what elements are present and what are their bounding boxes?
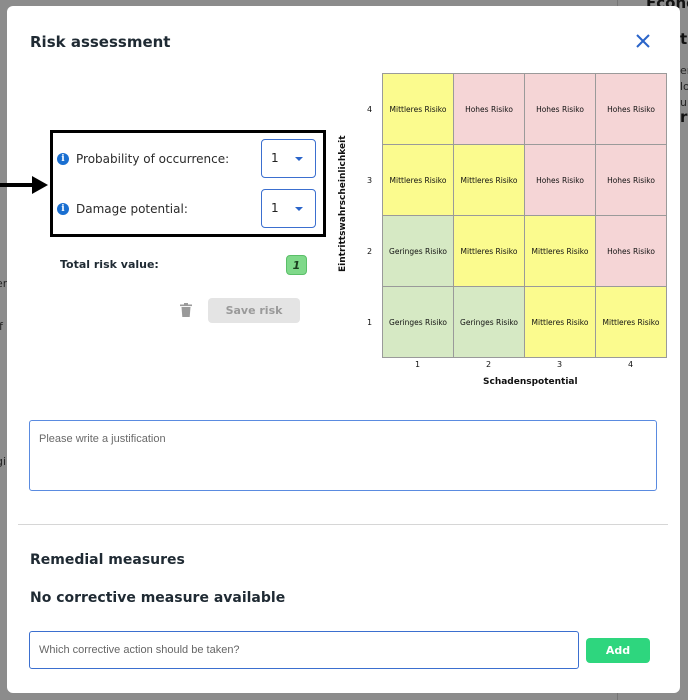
section-divider [18,524,668,525]
x-tick: 2 [486,360,492,369]
x-tick: 1 [415,360,421,369]
total-risk-label: Total risk value: [60,258,159,271]
corrective-action-input[interactable] [29,631,579,669]
trash-icon[interactable] [180,303,192,317]
total-risk-badge: 1 [286,255,307,275]
chevron-down-icon [295,157,303,161]
justification-textarea[interactable] [29,420,657,491]
risk-assessment-modal: Risk assessment i Probability of occurre… [7,6,680,693]
probability-select[interactable]: 1 [261,139,316,178]
probability-label: Probability of occurrence: [76,152,230,166]
risk-matrix: Mittleres Risiko Hohes Risiko Hohes Risiko… [382,73,667,358]
pointer-arrow [0,183,34,187]
matrix-cell[interactable]: Mittleres Risiko [525,216,596,287]
matrix-cell[interactable]: Hohes Risiko [454,74,525,145]
matrix-cell[interactable]: Mittleres Risiko [383,145,454,216]
damage-label: Damage potential: [76,202,188,216]
chevron-down-icon [295,207,303,211]
matrix-cell[interactable]: Mittleres Risiko [525,287,596,358]
probability-value: 1 [271,151,279,165]
y-tick: 1 [367,318,373,327]
info-icon[interactable]: i [57,203,69,215]
close-icon[interactable] [634,32,652,50]
y-tick: 2 [367,247,373,256]
add-measure-button[interactable]: Add [586,638,650,663]
modal-title: Risk assessment [30,33,171,51]
matrix-cell[interactable]: Hohes Risiko [525,145,596,216]
save-risk-button[interactable]: Save risk [208,298,300,323]
y-tick: 4 [367,105,373,114]
probability-field: i Probability of occurrence: [57,152,229,166]
pointer-arrow-head [32,176,48,194]
x-tick: 3 [557,360,563,369]
matrix-cell[interactable]: Mittleres Risiko [454,145,525,216]
matrix-cell[interactable]: Mittleres Risiko [383,74,454,145]
matrix-cell[interactable]: Hohes Risiko [596,216,667,287]
matrix-cell[interactable]: Geringes Risiko [383,216,454,287]
matrix-cell[interactable]: Geringes Risiko [454,287,525,358]
matrix-cell[interactable]: Mittleres Risiko [454,216,525,287]
info-icon[interactable]: i [57,153,69,165]
damage-field: i Damage potential: [57,202,188,216]
matrix-cell[interactable]: Hohes Risiko [525,74,596,145]
matrix-cell[interactable]: Mittleres Risiko [596,287,667,358]
y-tick: 3 [367,176,373,185]
remedial-measures-title: Remedial measures [30,552,185,568]
matrix-cell[interactable]: Hohes Risiko [596,74,667,145]
no-measure-text: No corrective measure available [30,590,286,606]
matrix-cell[interactable]: Hohes Risiko [596,145,667,216]
damage-select[interactable]: 1 [261,189,316,228]
x-axis-label: Schadenspotential [483,377,578,387]
x-tick: 4 [628,360,634,369]
damage-value: 1 [271,201,279,215]
matrix-cell[interactable]: Geringes Risiko [383,287,454,358]
y-axis-label: Eintrittswahrscheinlichkeit [338,135,348,272]
